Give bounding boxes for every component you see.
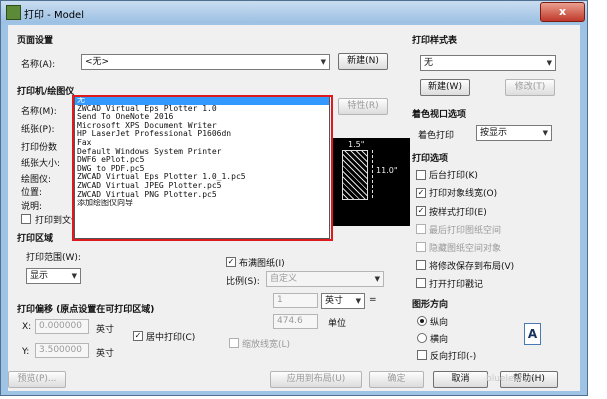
plot-with-styles-checkbox[interactable]: ✓: [416, 206, 426, 216]
style-table-value: 无: [424, 58, 434, 68]
scale-label: 比例(S):: [226, 277, 260, 287]
plot-range-select[interactable]: 显示 ▼: [26, 268, 81, 284]
fit-to-paper-label: 布满图纸(I): [239, 259, 285, 269]
portrait-label: 纵向: [430, 318, 449, 328]
red-highlight-box: [72, 95, 333, 241]
preview-hatch: [342, 150, 368, 200]
offset-y-input[interactable]: 3.500000: [35, 343, 89, 358]
printer-properties-button[interactable]: 特性(R): [338, 98, 388, 115]
plot-stamp-checkbox[interactable]: [416, 278, 426, 288]
plotter-label: 绘图仪:: [21, 175, 52, 185]
style-table-select[interactable]: 无 ▼: [420, 55, 556, 71]
plot-offset-group-label: 打印偏移 (原点设置在可打印区域): [17, 305, 155, 315]
plot-range-value: 显示: [30, 271, 49, 281]
preview-height-dimension: 11.0": [376, 166, 398, 175]
offset-y-unit: 英寸: [96, 349, 115, 359]
landscape-label: 横向: [430, 335, 449, 345]
plot-paperspace-last-checkbox[interactable]: [416, 224, 426, 234]
print-dialog: 打印 - Model x 页面设置 名称(A): <无> ▼ 新建(N) 打印机…: [0, 0, 588, 396]
plot-range-label: 打印范围(W):: [26, 253, 81, 263]
chevron-down-icon: ▼: [374, 275, 380, 283]
offset-y-label: Y:: [22, 347, 30, 357]
paper-label: 纸张(P):: [21, 125, 55, 135]
shaded-viewport-group-label: 着色视口选项: [412, 110, 467, 120]
chevron-down-icon: ▼: [546, 59, 552, 67]
page-setup-new-button[interactable]: 新建(N): [338, 53, 388, 70]
plot-stamp-label: 打开打印戳记: [429, 280, 484, 290]
background-plot-checkbox[interactable]: [416, 170, 426, 180]
page-setup-name-label: 名称(A):: [21, 60, 56, 70]
style-table-edit-button[interactable]: 修改(T): [505, 79, 555, 96]
app-icon: [6, 5, 21, 20]
page-setup-name-select[interactable]: <无> ▼: [81, 54, 330, 70]
printer-name-label: 名称(M):: [21, 107, 57, 117]
window-title: 打印 - Model: [24, 10, 84, 21]
watermark-text: blueleaf.cn: [486, 374, 536, 384]
reverse-plot-checkbox[interactable]: [417, 350, 427, 360]
landscape-radio[interactable]: [417, 333, 427, 343]
reverse-plot-label: 反向打印(-): [430, 352, 477, 362]
chevron-down-icon: ▼: [71, 272, 77, 280]
close-button[interactable]: x: [540, 2, 585, 22]
paper-orientation-icon: A: [524, 323, 541, 345]
shade-plot-select[interactable]: 按显示 ▼: [476, 125, 552, 141]
scale-unit-select[interactable]: 英寸 ▼: [321, 293, 365, 309]
description-label: 说明:: [21, 202, 43, 212]
style-table-group-label: 打印样式表: [412, 36, 458, 46]
chevron-down-icon: ▼: [320, 58, 326, 66]
plot-lineweights-label: 打印对象线宽(O): [429, 189, 498, 199]
scale-value2-input[interactable]: 474.6: [273, 314, 318, 329]
location-label: 位置:: [21, 188, 43, 198]
scale-value: 自定义: [270, 274, 298, 284]
plot-options-group-label: 打印选项: [412, 154, 449, 164]
plot-area-group-label: 打印区域: [17, 234, 54, 244]
plot-lineweights-checkbox[interactable]: ✓: [416, 188, 426, 198]
offset-x-label: X:: [22, 322, 32, 332]
ok-button[interactable]: 确定: [369, 371, 424, 388]
fit-to-paper-checkbox[interactable]: ✓: [226, 257, 236, 267]
shade-plot-value: 按显示: [480, 128, 508, 138]
hide-paperspace-objects-label: 隐藏图纸空间对象: [429, 244, 502, 254]
chevron-down-icon: ▼: [542, 129, 548, 137]
style-table-new-button[interactable]: 新建(W): [420, 79, 470, 96]
chevron-down-icon: ▼: [355, 297, 361, 305]
center-plot-label: 居中打印(C): [146, 333, 196, 343]
scale-value1-input[interactable]: 1: [273, 293, 318, 308]
offset-x-input[interactable]: 0.000000: [35, 319, 89, 334]
apply-to-layout-button[interactable]: 应用到布局(U): [270, 371, 362, 388]
equals-sign: =: [369, 295, 377, 305]
plot-with-styles-label: 按样式打印(E): [429, 208, 487, 218]
offset-x-unit: 英寸: [96, 325, 115, 335]
save-to-layout-checkbox[interactable]: [416, 260, 426, 270]
page-setup-name-value: <无>: [85, 57, 110, 67]
printer-group-label: 打印机/绘图仪: [17, 87, 75, 97]
title-bar: 打印 - Model x: [1, 1, 587, 23]
shade-plot-label: 着色打印: [418, 131, 455, 141]
center-plot-checkbox[interactable]: ✓: [133, 331, 143, 341]
scale-unit-label: 单位: [328, 319, 347, 329]
orientation-group-label: 图形方向: [412, 300, 449, 310]
copies-label: 打印份数: [21, 143, 58, 153]
paper-preview: 1.5" 11.0": [332, 138, 410, 226]
print-to-file-checkbox[interactable]: [21, 214, 31, 224]
portrait-radio[interactable]: [417, 316, 427, 326]
paper-size-label: 纸张大小:: [21, 159, 61, 169]
preview-button[interactable]: 预览(P)...: [8, 371, 66, 388]
scale-lineweights-label: 缩放线宽(L): [242, 340, 291, 350]
scale-lineweights-checkbox[interactable]: [229, 338, 239, 348]
scale-unit-value: 英寸: [325, 296, 344, 306]
save-to-layout-label: 将修改保存到布局(V): [429, 262, 515, 272]
background-plot-label: 后台打印(K): [429, 171, 478, 181]
preview-width-dimension: 1.5": [348, 140, 365, 149]
page-setup-group-label: 页面设置: [17, 36, 54, 46]
scale-select[interactable]: 自定义 ▼: [266, 271, 384, 287]
cancel-button[interactable]: 取消: [433, 371, 488, 388]
preview-dim-line: [372, 150, 373, 198]
plot-paperspace-last-label: 最后打印图纸空间: [429, 226, 502, 236]
hide-paperspace-objects-checkbox[interactable]: [416, 242, 426, 252]
